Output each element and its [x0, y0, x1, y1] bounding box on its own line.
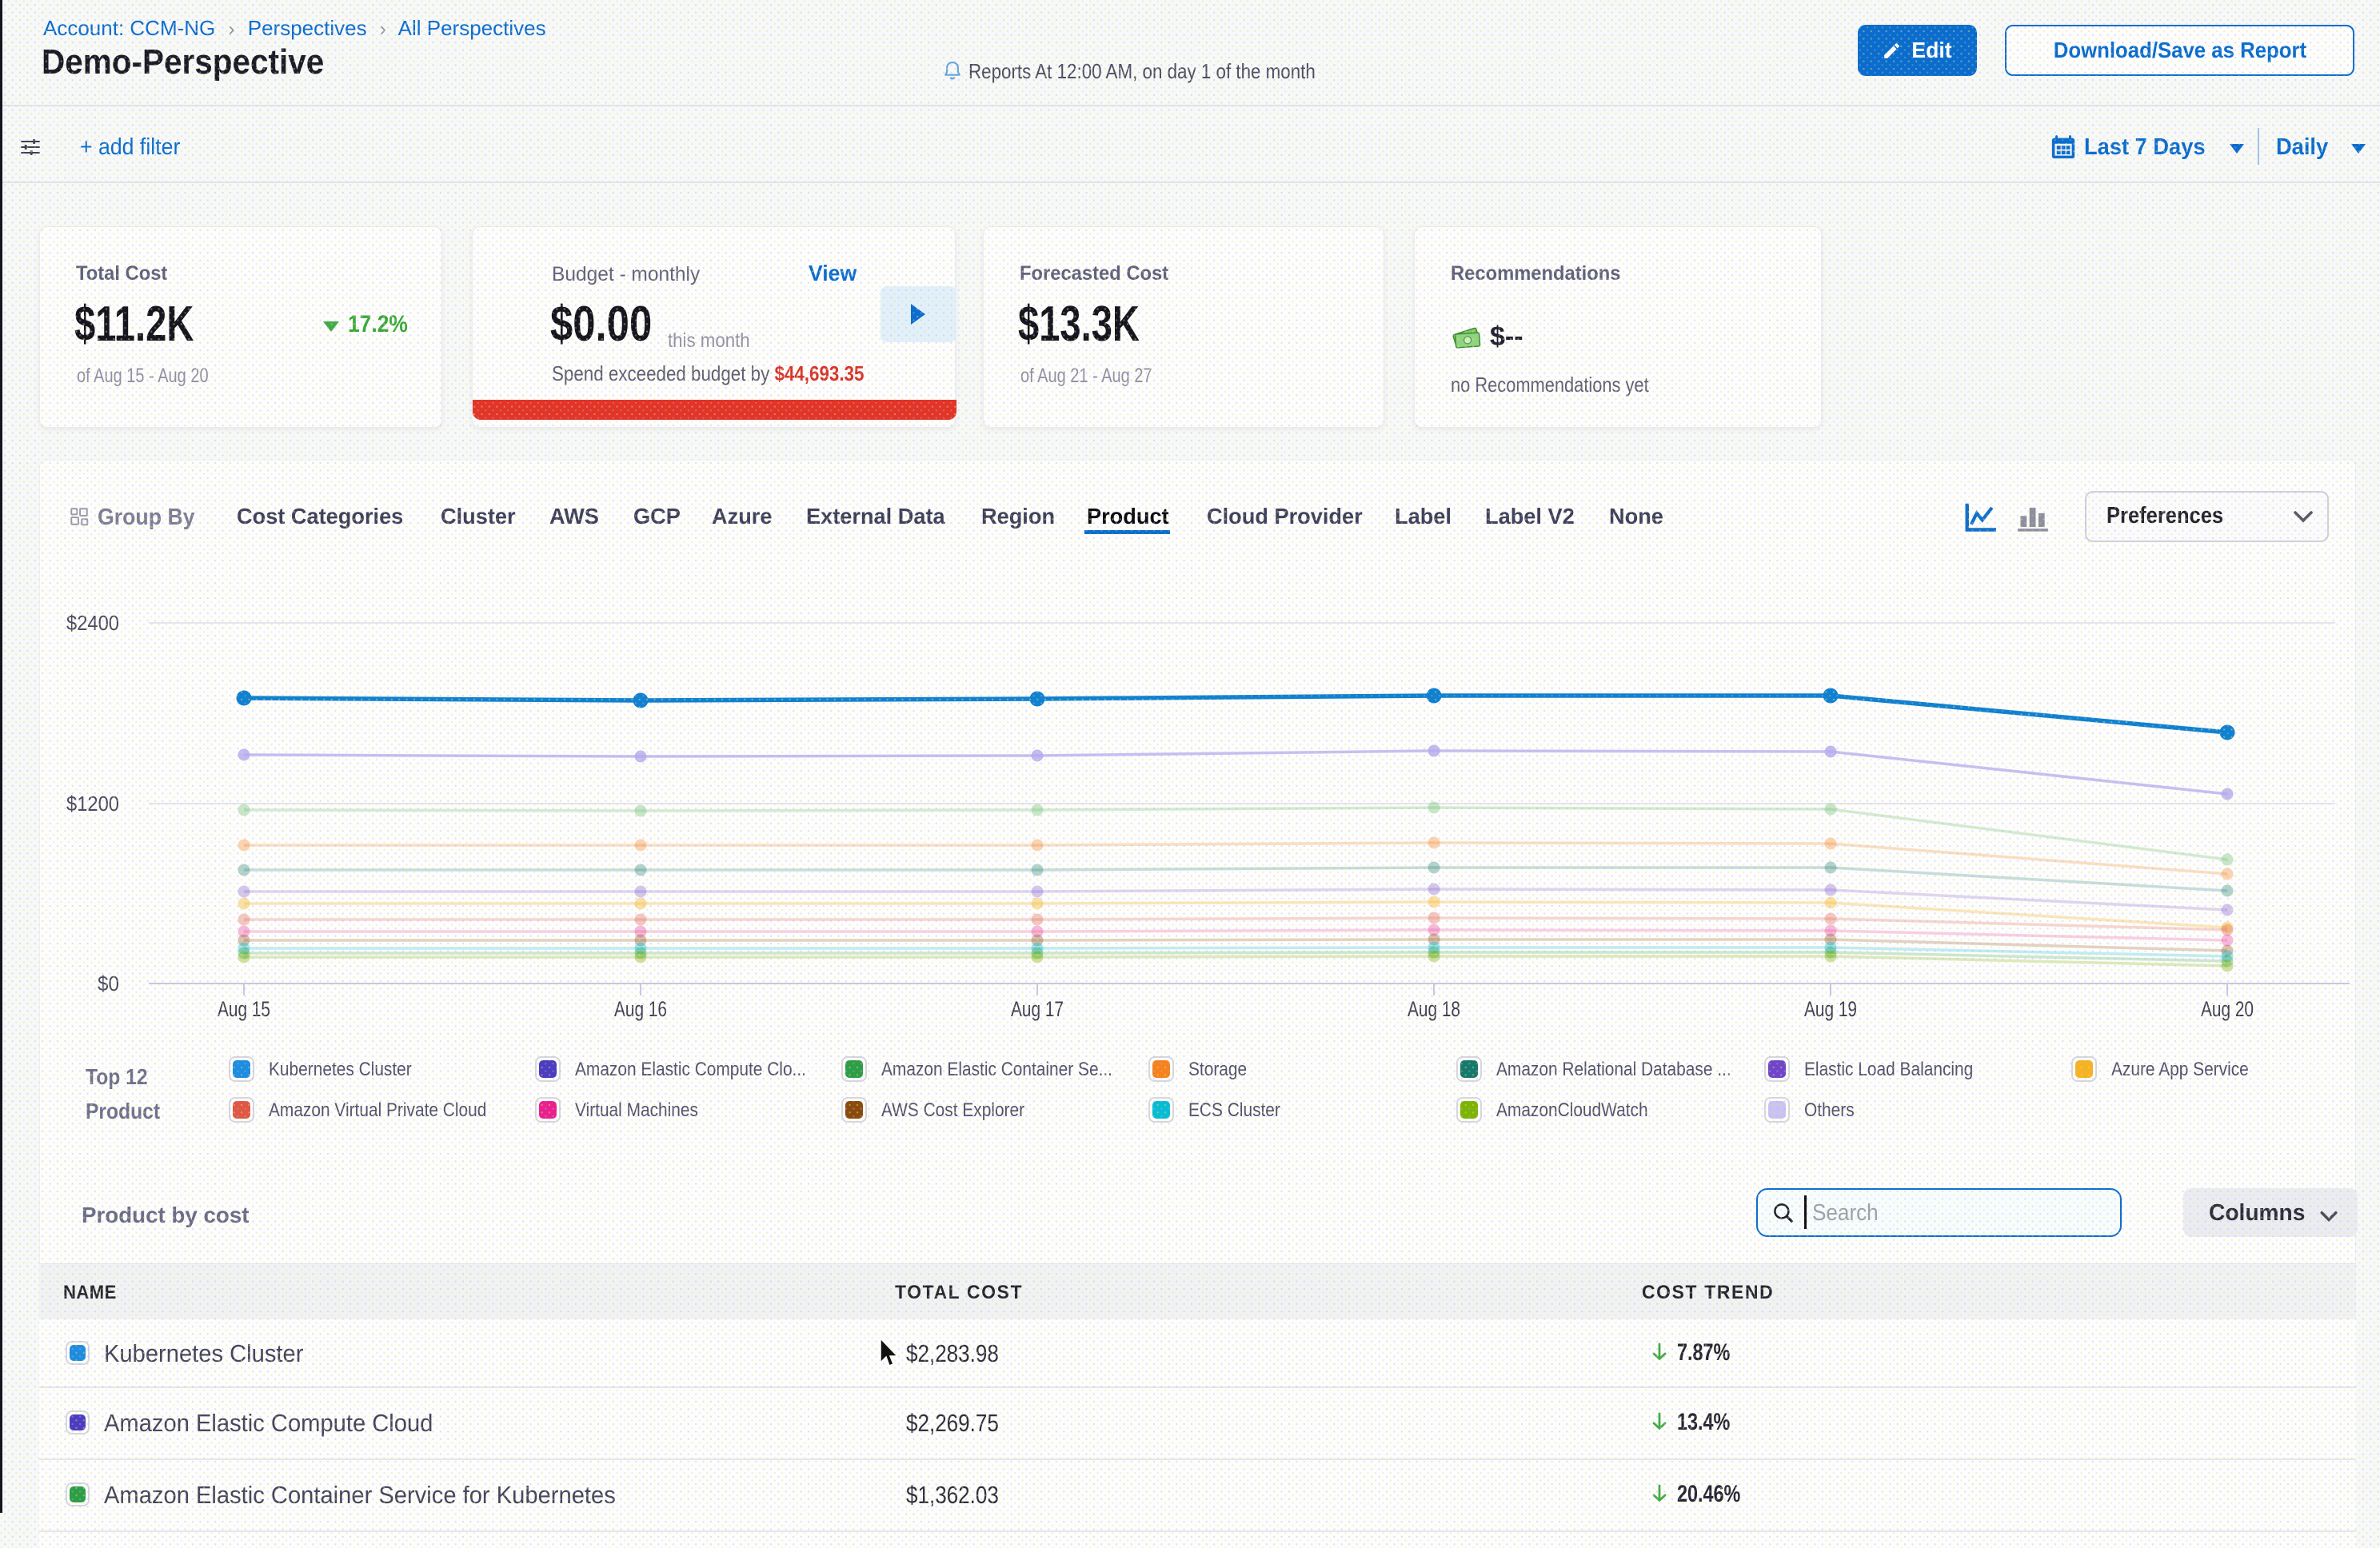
svg-text:Aug 18: Aug 18 [1408, 997, 1460, 1021]
svg-text:$2400: $2400 [66, 611, 119, 635]
svg-text:$1200: $1200 [66, 792, 119, 816]
svg-text:Aug 17: Aug 17 [1011, 997, 1064, 1021]
svg-text:$0: $0 [98, 971, 119, 995]
svg-text:Aug 15: Aug 15 [218, 997, 270, 1021]
svg-text:Aug 16: Aug 16 [614, 997, 667, 1021]
svg-text:Aug 20: Aug 20 [2201, 997, 2254, 1021]
svg-text:Aug 19: Aug 19 [1804, 997, 1857, 1021]
